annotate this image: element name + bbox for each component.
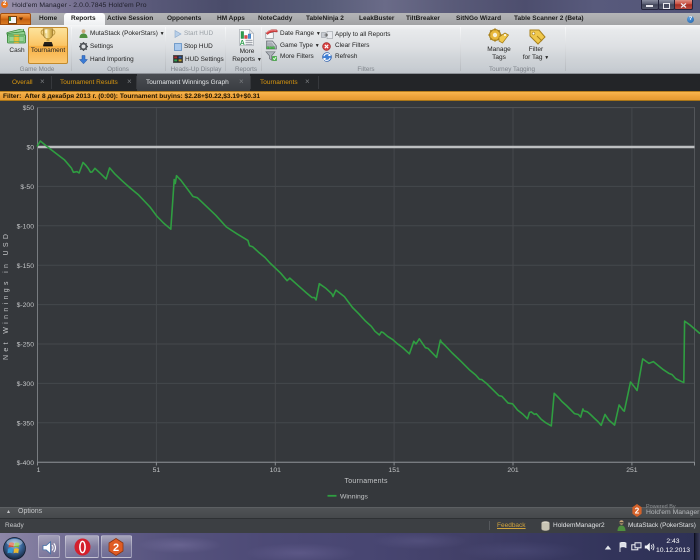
svg-text:101: 101 xyxy=(270,467,282,474)
svg-text:A: A xyxy=(240,40,245,46)
svg-text:Winnings: Winnings xyxy=(340,493,369,500)
svg-text:$-50: $-50 xyxy=(20,184,34,191)
svg-text:1: 1 xyxy=(37,467,41,474)
svg-text:Tournaments: Tournaments xyxy=(345,478,389,485)
svg-text:201: 201 xyxy=(507,467,519,474)
svg-text:251: 251 xyxy=(626,467,638,474)
svg-text:$-250: $-250 xyxy=(17,342,35,349)
svg-text:2: 2 xyxy=(113,542,119,554)
svg-text:$-300: $-300 xyxy=(17,381,35,388)
svg-text:$0: $0 xyxy=(26,145,34,152)
svg-text:151: 151 xyxy=(388,467,400,474)
svg-text:2: 2 xyxy=(635,507,640,516)
svg-text:$50: $50 xyxy=(23,105,35,112)
svg-text:51: 51 xyxy=(153,467,161,474)
svg-text:$-350: $-350 xyxy=(17,420,35,427)
svg-text:$-200: $-200 xyxy=(17,302,35,309)
svg-text:$-150: $-150 xyxy=(17,263,35,270)
svg-text:$-100: $-100 xyxy=(17,223,35,230)
svg-text:$-400: $-400 xyxy=(17,460,35,467)
